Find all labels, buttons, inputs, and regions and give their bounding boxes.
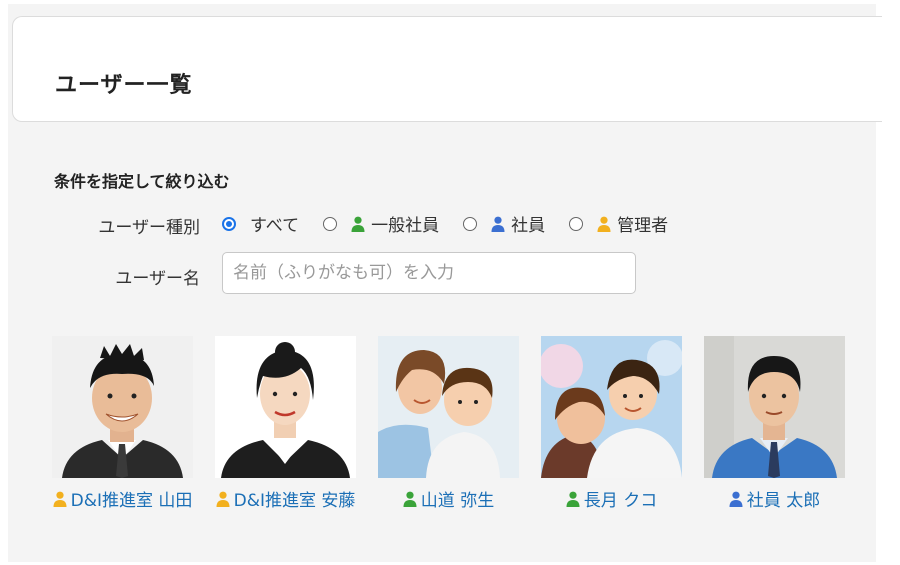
- user-photo[interactable]: [52, 336, 193, 478]
- user-name-text: 長月 クコ: [583, 491, 658, 511]
- user-name-link[interactable]: 社員 太郎: [702, 488, 847, 514]
- user-name-text: D&I推進室 安藤: [233, 491, 356, 511]
- radio-label-general-employee: 一般社員: [371, 216, 440, 236]
- page-title: ユーザー一覧: [55, 73, 193, 98]
- user-name-search-input[interactable]: [222, 252, 636, 294]
- user-name-link[interactable]: D&I推進室 山田: [50, 488, 195, 514]
- person-icon: [491, 216, 505, 232]
- user-name-link[interactable]: D&I推進室 安藤: [213, 488, 358, 514]
- user-photo[interactable]: [704, 336, 845, 478]
- radio-option-all[interactable]: すべて: [222, 211, 299, 236]
- user-card[interactable]: D&I推進室 山田: [50, 336, 195, 514]
- user-type-radio-group: すべて 一般社員 社員 管理者: [222, 211, 692, 236]
- person-icon: [597, 216, 611, 232]
- radio-button-all[interactable]: [222, 216, 236, 231]
- person-icon: [216, 491, 230, 507]
- radio-label-all: すべて: [250, 216, 300, 236]
- radio-option-general-employee[interactable]: 一般社員: [323, 211, 439, 236]
- user-card[interactable]: 山道 弥生: [376, 336, 521, 514]
- user-photo[interactable]: [378, 336, 519, 478]
- user-card[interactable]: 社員 太郎: [702, 336, 847, 514]
- user-card[interactable]: 長月 クコ: [539, 336, 684, 514]
- radio-label-employee: 社員: [511, 216, 546, 236]
- radio-label-admin: 管理者: [617, 216, 669, 236]
- radio-option-admin[interactable]: 管理者: [569, 211, 668, 236]
- radio-button-employee[interactable]: [463, 216, 478, 231]
- user-name-text: 社員 太郎: [746, 491, 821, 511]
- header-card: ユーザー一覧: [12, 16, 882, 122]
- user-type-label: ユーザー種別: [98, 218, 200, 238]
- person-icon: [729, 491, 743, 507]
- person-icon: [403, 491, 417, 507]
- user-name-text: 山道 弥生: [420, 491, 495, 511]
- user-card[interactable]: D&I推進室 安藤: [213, 336, 358, 514]
- radio-button-general-employee[interactable]: [323, 216, 338, 231]
- user-name-label: ユーザー名: [115, 269, 200, 289]
- user-photo[interactable]: [215, 336, 356, 478]
- user-name-text: D&I推進室 山田: [70, 491, 193, 511]
- person-icon: [566, 491, 580, 507]
- radio-option-employee[interactable]: 社員: [463, 211, 545, 236]
- user-name-link[interactable]: 山道 弥生: [376, 488, 521, 514]
- person-icon: [351, 216, 365, 232]
- person-icon: [53, 491, 67, 507]
- radio-button-admin[interactable]: [569, 216, 584, 231]
- user-name-link[interactable]: 長月 クコ: [539, 488, 684, 514]
- user-photo[interactable]: [541, 336, 682, 478]
- filter-heading: 条件を指定して絞り込む: [54, 172, 230, 191]
